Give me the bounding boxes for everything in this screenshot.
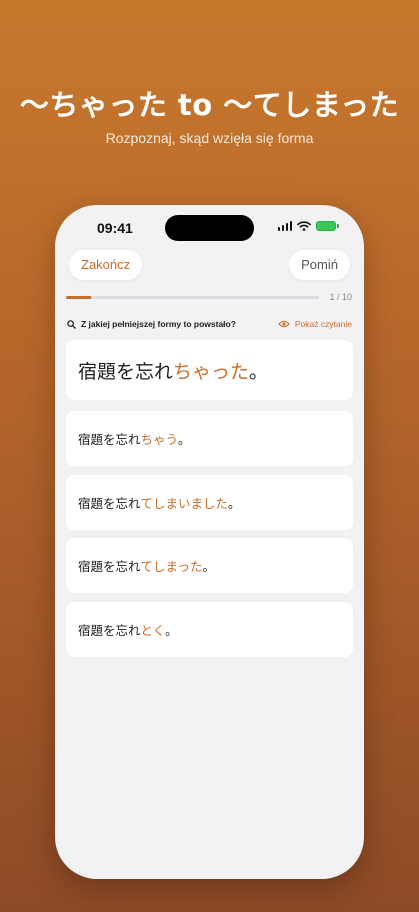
status-bar: 09:41 [55, 205, 364, 251]
option-base-text: 宿題を忘れ [78, 623, 141, 638]
progress-counter: 1 / 10 [329, 292, 352, 302]
magnifier-icon [67, 319, 76, 329]
option-highlight-text: てしまいました [140, 496, 229, 511]
answer-option-2[interactable]: 宿題を忘れ てしまいました。 [66, 475, 353, 530]
show-reading-label: Pokaż czytanie [294, 319, 352, 329]
dynamic-island [165, 215, 254, 241]
option-highlight-text: とく [140, 623, 166, 638]
hero-title: 〜ちゃった to 〜てしまった [19, 88, 400, 122]
answer-option-4[interactable]: 宿題を忘れ とく。 [66, 602, 353, 657]
status-time: 09:41 [97, 220, 133, 236]
status-icons [277, 221, 339, 231]
answer-option-1[interactable]: 宿題を忘れ ちゃう。 [66, 411, 353, 466]
wifi-icon [297, 221, 311, 231]
option-end-text: 。 [228, 496, 241, 511]
answer-option-3[interactable]: 宿題を忘れ てしまった。 [66, 538, 353, 593]
question-prompt-text: Z jakiej pełniejszej formy to powstało? [81, 319, 236, 329]
hint-row: Z jakiej pełniejszej formy to powstało? … [67, 319, 352, 333]
option-base-text: 宿題を忘れ [78, 432, 141, 447]
question-end-text: 。 [249, 360, 269, 383]
finish-button[interactable]: Zakończ [69, 250, 143, 280]
skip-button[interactable]: Pomiń [289, 250, 350, 280]
eye-icon [278, 320, 290, 328]
question-prompt: Z jakiej pełniejszej formy to powstało? [67, 319, 236, 329]
option-highlight-text: てしまった [140, 559, 203, 574]
option-end-text: 。 [178, 432, 191, 447]
show-reading-button[interactable]: Pokaż czytanie [278, 319, 352, 329]
progress-fill [66, 296, 92, 299]
option-end-text: 。 [165, 623, 178, 638]
option-highlight-text: ちゃう [140, 432, 179, 447]
hero-subtitle: Rozpoznaj, skąd wzięła się forma [105, 130, 314, 146]
cellular-signal-icon [277, 221, 292, 231]
option-base-text: 宿題を忘れ [78, 496, 141, 511]
phone-frame: 09:41 Zakończ Pomiń 1 / 10 Z jakiej pełn… [55, 205, 364, 879]
battery-icon [316, 221, 339, 231]
question-highlight-text: ちゃった [173, 360, 250, 383]
question-card: 宿題を忘れ ちゃった。 [66, 340, 353, 400]
progress-bar [66, 296, 319, 299]
option-end-text: 。 [202, 559, 216, 574]
question-base-text: 宿題を忘れ [78, 360, 174, 383]
option-base-text: 宿題を忘れ [78, 559, 141, 574]
